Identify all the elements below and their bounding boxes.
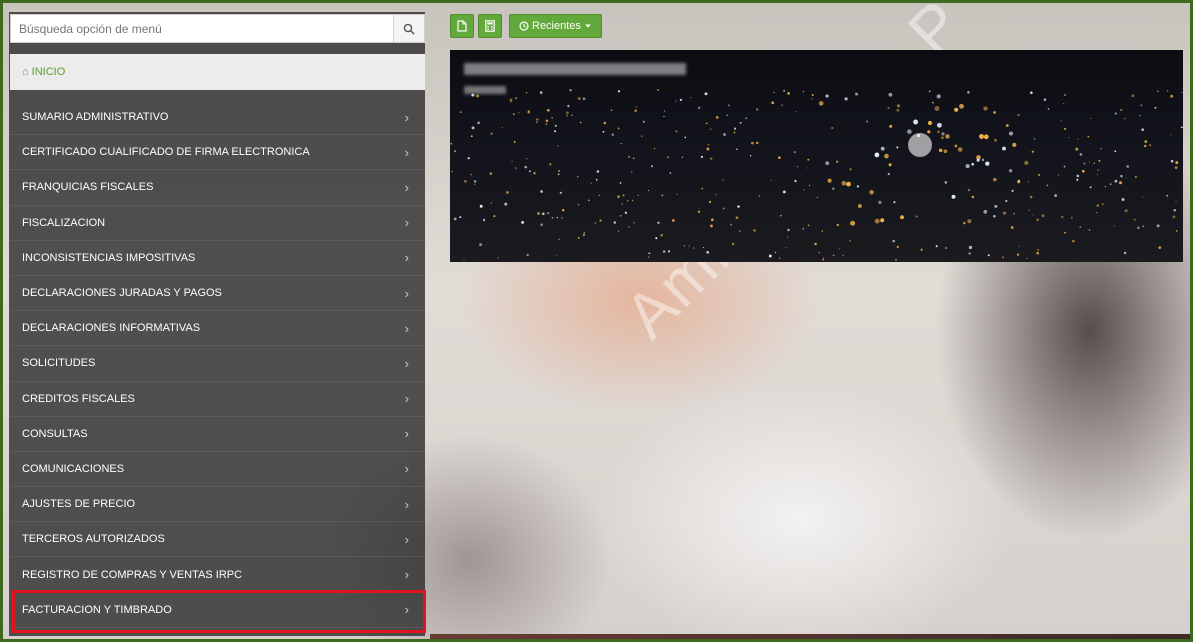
sidebar-item-terceros-autorizados[interactable]: TERCEROS AUTORIZADOS › <box>10 522 425 558</box>
calculator-button[interactable] <box>478 14 502 38</box>
banner-subtitle-blurred <box>464 86 506 94</box>
bottom-bar <box>430 634 1193 642</box>
caret-down-icon <box>584 24 591 28</box>
sidebar-item-franquicias-fiscales[interactable]: FRANQUICIAS FISCALES › <box>10 170 425 206</box>
sidebar-item-declaraciones-informativas[interactable]: DECLARACIONES INFORMATIVAS › <box>10 311 425 347</box>
chevron-right-icon: › <box>404 461 409 477</box>
sidebar-item-fiscalizacion[interactable]: FISCALIZACION › <box>10 206 425 241</box>
chevron-right-icon: › <box>404 215 409 231</box>
sidebar-item-label: COMUNICACIONES <box>22 462 125 475</box>
sidebar-item-consultas[interactable]: CONSULTAS › <box>10 417 425 452</box>
toolbar: Recientes <box>450 14 602 38</box>
sidebar-item-comunicaciones[interactable]: COMUNICACIONES › <box>10 452 425 488</box>
sidebar: ⌂ INICIO SUMARIO ADMINISTRATIVO › CERTIF… <box>9 12 425 636</box>
chevron-right-icon: › <box>404 391 409 407</box>
sidebar-item-certificado-firma[interactable]: CERTIFICADO CUALIFICADO DE FIRMA ELECTRO… <box>10 135 425 171</box>
sidebar-item-label: CERTIFICADO CUALIFICADO DE FIRMA ELECTRO… <box>22 146 310 159</box>
sidebar-menu: SUMARIO ADMINISTRATIVO › CERTIFICADO CUA… <box>10 100 425 628</box>
chevron-right-icon: › <box>404 567 409 583</box>
sidebar-item-label: DECLARACIONES INFORMATIVAS <box>22 322 201 335</box>
city-lights-image <box>450 89 1183 261</box>
calculator-icon <box>485 20 495 32</box>
new-document-button[interactable] <box>450 14 474 38</box>
sidebar-item-label: FACTURACION Y TIMBRADO <box>22 603 172 616</box>
home-icon: ⌂ <box>22 66 29 78</box>
chevron-right-icon: › <box>404 355 409 371</box>
sidebar-item-ajustes-de-precio[interactable]: AJUSTES DE PRECIO › <box>10 487 425 523</box>
sidebar-item-label: AJUSTES DE PRECIO <box>22 498 136 511</box>
sidebar-item-facturacion-timbrado[interactable]: FACTURACION Y TIMBRADO › <box>10 593 425 628</box>
chevron-right-icon: › <box>404 144 409 160</box>
sidebar-item-label: FISCALIZACION <box>22 216 106 229</box>
chevron-right-icon: › <box>404 602 409 618</box>
recientes-label: Recientes <box>532 20 581 32</box>
sidebar-item-creditos-fiscales[interactable]: CREDITOS FISCALES › <box>10 382 425 417</box>
sidebar-item-registro-compras-ventas[interactable]: REGISTRO DE COMPRAS Y VENTAS IRPC › <box>10 557 425 593</box>
sidebar-item-label: CONSULTAS <box>22 427 88 440</box>
sidebar-item-label: SUMARIO ADMINISTRATIVO <box>22 111 169 124</box>
sidebar-item-inicio[interactable]: ⌂ INICIO <box>10 54 425 90</box>
chevron-right-icon: › <box>404 250 409 266</box>
banner-title-blurred <box>464 63 686 75</box>
chevron-right-icon: › <box>404 320 409 336</box>
menu-search <box>10 14 425 43</box>
chevron-right-icon: › <box>404 531 409 547</box>
chevron-right-icon: › <box>404 285 409 301</box>
sidebar-item-solicitudes[interactable]: SOLICITUDES › <box>10 346 425 382</box>
sidebar-item-inconsistencias-impositivas[interactable]: INCONSISTENCIAS IMPOSITIVAS › <box>10 241 425 276</box>
recientes-dropdown-button[interactable]: Recientes <box>509 14 602 38</box>
sidebar-item-declaraciones-juradas[interactable]: DECLARACIONES JURADAS Y PAGOS › <box>10 276 425 312</box>
search-input[interactable] <box>11 15 393 42</box>
city-night-banner <box>450 50 1183 262</box>
sidebar-item-label: INCONSISTENCIAS IMPOSITIVAS <box>22 251 196 264</box>
chevron-right-icon: › <box>404 426 409 442</box>
sidebar-item-label: DECLARACIONES JURADAS Y PAGOS <box>22 287 222 300</box>
sidebar-item-label: SOLICITUDES <box>22 357 96 370</box>
chevron-right-icon: › <box>404 179 409 195</box>
chevron-right-icon: › <box>404 109 409 125</box>
sidebar-item-sumario-administrativo[interactable]: SUMARIO ADMINISTRATIVO › <box>10 100 425 136</box>
search-button[interactable] <box>393 15 424 42</box>
sidebar-item-label: FRANQUICIAS FISCALES <box>22 181 154 194</box>
search-icon <box>403 23 415 35</box>
inicio-label: INICIO <box>31 66 66 78</box>
document-icon <box>457 20 467 32</box>
sidebar-item-label: TERCEROS AUTORIZADOS <box>22 533 165 546</box>
sidebar-item-label: REGISTRO DE COMPRAS Y VENTAS IRPC <box>22 568 243 581</box>
sidebar-item-label: CREDITOS FISCALES <box>22 392 135 405</box>
clock-icon <box>519 21 529 31</box>
chevron-right-icon: › <box>404 496 409 512</box>
